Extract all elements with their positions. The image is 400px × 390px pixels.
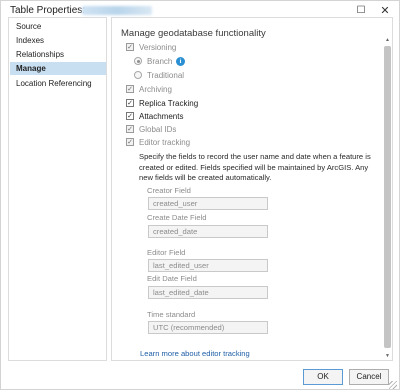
- global-ids-label: Global IDs: [139, 125, 177, 134]
- table-properties-dialog: Table Properties: ☐ ✕ Source Indexes Rel…: [0, 0, 400, 390]
- ok-button[interactable]: OK: [303, 369, 343, 385]
- create-date-field-label: Create Date Field: [147, 213, 207, 222]
- editor-field-label: Editor Field: [147, 248, 186, 257]
- creator-field-label: Creator Field: [147, 186, 191, 195]
- check-icon: ✓: [126, 99, 134, 107]
- learn-more-link[interactable]: Learn more about editor tracking: [140, 349, 250, 358]
- edit-date-field-input[interactable]: last_edited_date: [148, 286, 268, 299]
- check-icon: ✓: [126, 138, 134, 146]
- properties-sidebar: Source Indexes Relationships Manage Loca…: [8, 17, 107, 361]
- time-standard-label: Time standard: [147, 310, 196, 319]
- versioning-label: Versioning: [139, 43, 177, 52]
- branch-label: Branch: [147, 57, 173, 66]
- sidebar-item-indexes[interactable]: Indexes: [10, 34, 106, 47]
- vertical-scrollbar[interactable]: ▲ ▼: [383, 36, 392, 360]
- time-standard-select[interactable]: UTC (recommended): [148, 321, 268, 334]
- scroll-down-icon[interactable]: ▼: [383, 352, 392, 360]
- replica-tracking-label: Replica Tracking: [139, 99, 199, 108]
- sidebar-item-manage[interactable]: Manage: [10, 62, 106, 75]
- radio-unselected-icon: [134, 71, 142, 79]
- sidebar-item-location-referencing[interactable]: Location Referencing: [10, 77, 106, 90]
- archiving-label: Archiving: [139, 85, 172, 94]
- check-icon: ✓: [126, 85, 134, 93]
- sidebar-item-source[interactable]: Source: [10, 20, 106, 33]
- attachments-label: Attachments: [139, 112, 184, 121]
- resize-grip-icon[interactable]: [389, 381, 397, 389]
- radio-selected-icon: [134, 57, 142, 65]
- cancel-button[interactable]: Cancel: [349, 369, 389, 385]
- panel-heading: Manage geodatabase functionality: [121, 28, 266, 39]
- dialog-title: Table Properties:: [10, 5, 86, 16]
- creator-field-input[interactable]: created_user: [148, 197, 268, 210]
- edit-date-field-label: Edit Date Field: [147, 274, 197, 283]
- check-icon: ✓: [126, 125, 134, 133]
- blurred-table-name: [82, 6, 152, 15]
- check-icon: ✓: [126, 112, 134, 120]
- info-icon[interactable]: i: [176, 57, 185, 66]
- create-date-field-input[interactable]: created_date: [148, 225, 268, 238]
- traditional-label: Traditional: [147, 71, 185, 80]
- check-icon: ✓: [126, 43, 134, 51]
- editor-tracking-description: Specify the fields to record the user na…: [139, 152, 371, 182]
- manage-panel: Manage geodatabase functionality ✓ Versi…: [111, 17, 393, 361]
- editor-tracking-label: Editor tracking: [139, 138, 191, 147]
- sidebar-item-relationships[interactable]: Relationships: [10, 48, 106, 61]
- editor-field-input[interactable]: last_edited_user: [148, 259, 268, 272]
- scroll-thumb[interactable]: [384, 46, 391, 348]
- scroll-up-icon[interactable]: ▲: [383, 36, 392, 44]
